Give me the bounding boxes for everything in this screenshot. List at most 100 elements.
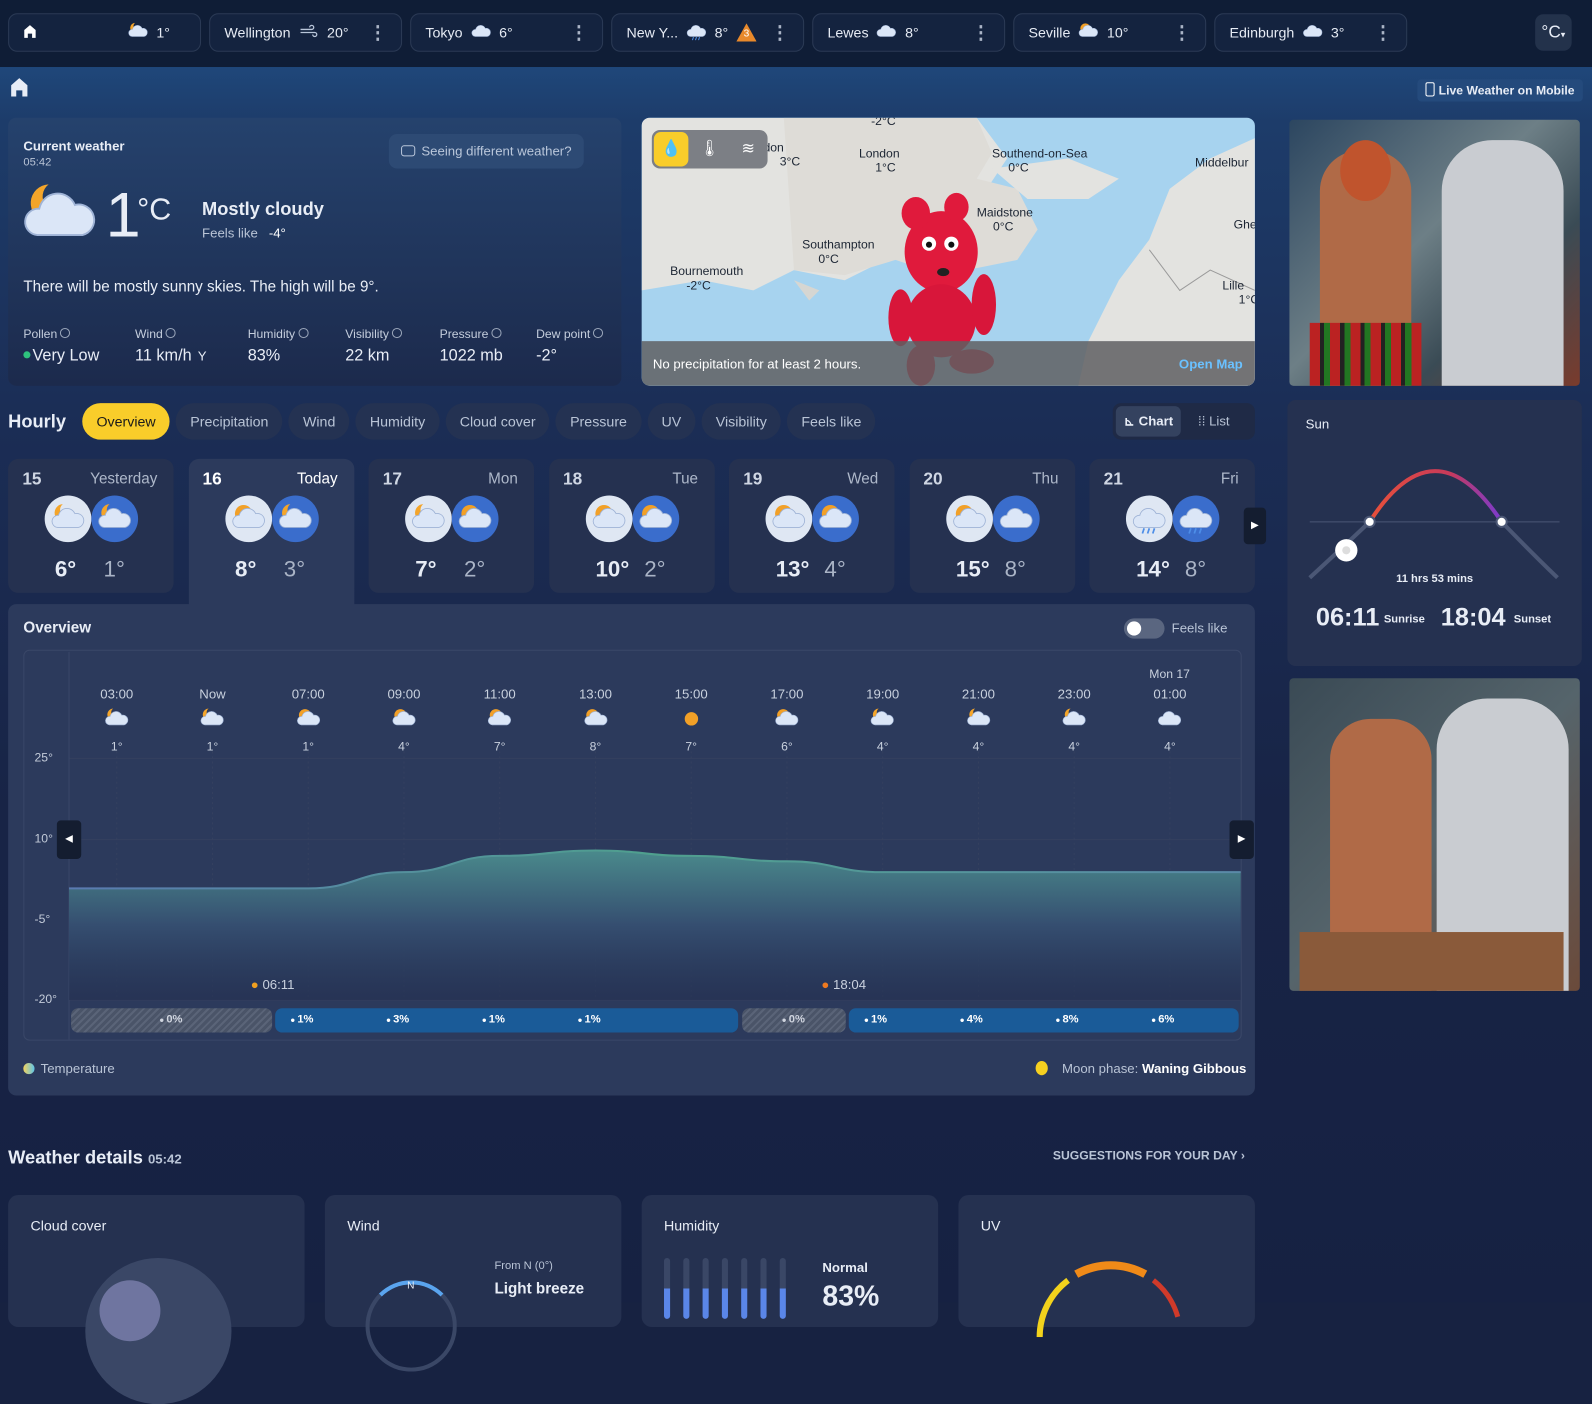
hour-column: 01:00 4° [1139, 686, 1200, 753]
chart-prev-button[interactable]: ◀ [56, 820, 82, 859]
precip-segment: ● 1% ● 4% ● 8% ● 6% [848, 1008, 1239, 1033]
y-tick-label: 25° [34, 750, 53, 765]
hour-temp: 4° [1164, 739, 1176, 754]
weather-details-title: Weather details 05:42 [8, 1147, 182, 1168]
precip-percent: 6% [1158, 1013, 1175, 1026]
precip-value: ● 6% [1151, 1013, 1174, 1025]
compass-north: N [407, 1280, 415, 1292]
precip-percent: 1% [297, 1013, 314, 1026]
hour-label: 09:00 [387, 686, 421, 702]
hour-temp: 4° [1068, 739, 1081, 754]
humidity-level: Normal [822, 1259, 868, 1276]
hour-label: 23:00 [1057, 686, 1091, 702]
humidity-bar [702, 1257, 709, 1319]
hour-temp: 7° [685, 739, 698, 754]
hour-temp: 7° [493, 739, 506, 754]
hour-label: 11:00 [483, 686, 516, 702]
precip-value: ● 1% [578, 1013, 601, 1025]
y-tick-label: -5° [34, 911, 51, 926]
precip-segment: ● 0% [71, 1008, 273, 1033]
hour-label: 19:00 [866, 686, 900, 702]
hour-temp: 1° [302, 739, 315, 754]
cloud-cover-card[interactable]: Cloud cover [8, 1195, 305, 1404]
wind-description: Light breeze [494, 1280, 585, 1298]
hour-column: 15:00 7° [661, 686, 722, 753]
hour-temp: 8° [589, 739, 602, 754]
moon-phase: Moon phase: Waning Gibbous [1035, 1060, 1247, 1077]
raindrop-icon: ● [1151, 1015, 1157, 1025]
suggestions-link[interactable]: SUGGESTIONS FOR YOUR DAY › [1053, 1148, 1245, 1162]
hour-column: Now 1° [182, 686, 243, 753]
moon-cloud-icon [948, 707, 1009, 737]
sunset-marker: ● 18:04 [821, 977, 866, 992]
sunrise-icon: ● [250, 976, 259, 992]
temperature-legend-icon [23, 1063, 35, 1075]
raindrop-icon: ● [1055, 1015, 1061, 1025]
suggestions-label: SUGGESTIONS FOR YOUR DAY [1052, 1148, 1238, 1163]
raindrop-icon: ● [159, 1015, 165, 1025]
moon-cloud-icon [86, 707, 147, 737]
hour-label: Now [199, 686, 226, 702]
hour-temp: 4° [972, 739, 985, 754]
raindrop-icon: ● [781, 1015, 787, 1025]
precip-percent: 1% [488, 1013, 505, 1026]
raindrop-icon: ● [386, 1015, 392, 1025]
details-title-text: Weather details [8, 1147, 143, 1168]
raindrop-icon: ● [577, 1015, 583, 1025]
humidity-title: Humidity [664, 1217, 720, 1234]
hour-column: 09:00 4° [374, 686, 435, 753]
temperature-chart [68, 651, 1241, 1040]
moon-cloud-icon [852, 707, 913, 737]
precip-percent: 0% [788, 1013, 805, 1026]
sunset-marker-time: 18:04 [833, 976, 867, 992]
sunrise-marker: ● 06:11 [251, 977, 295, 992]
details-time: 05:42 [147, 1151, 182, 1167]
y-tick-label: 10° [34, 831, 53, 846]
hour-label: 07:00 [291, 686, 325, 702]
moon-phase-label: Moon phase: [1062, 1060, 1139, 1077]
precip-percent: 1% [584, 1013, 601, 1026]
hour-label: 21:00 [961, 686, 995, 702]
hour-column: 03:00 1° [86, 686, 147, 753]
humidity-bar [664, 1257, 671, 1319]
precip-value: ● 1% [290, 1013, 313, 1025]
uv-gauge [1036, 1261, 1181, 1338]
sunset-icon: ● [821, 976, 830, 992]
precip-segment: ● 1% ● 3% ● 1% ● 1% [275, 1008, 739, 1033]
precip-value: ● 0% [159, 1013, 182, 1025]
hour-column: 13:00 8° [565, 686, 626, 753]
sun-cloud-icon [278, 707, 339, 737]
precip-percent: 0% [166, 1013, 183, 1026]
humidity-bar [721, 1257, 728, 1319]
precip-value: ● 4% [960, 1013, 983, 1025]
wind-compass: N [365, 1280, 457, 1372]
chart-next-button[interactable]: ▶ [1229, 820, 1254, 859]
sunrise-marker-time: 06:11 [262, 976, 295, 992]
uv-title: UV [980, 1217, 1001, 1234]
wind-direction: From N (0°) [494, 1259, 553, 1273]
precip-value: ● 1% [482, 1013, 505, 1025]
uv-card[interactable]: UV [958, 1195, 1255, 1338]
precip-value: ● 0% [782, 1013, 805, 1025]
precip-percent: 1% [870, 1013, 888, 1026]
sun-cloud-icon [756, 707, 817, 737]
humidity-card[interactable]: Humidity Normal 83% [641, 1195, 939, 1327]
precip-percent: 4% [966, 1013, 983, 1026]
hour-label: 01:00 [1153, 686, 1187, 702]
sun-cloud-icon [374, 707, 435, 737]
hour-label: 15:00 [674, 686, 708, 702]
hour-column: 11:00 7° [469, 686, 530, 753]
hour-temp: 1° [206, 739, 219, 754]
hour-label: 17:00 [770, 686, 804, 702]
y-tick-label: -20° [34, 991, 58, 1007]
precip-value: ● 8% [1055, 1013, 1078, 1025]
raindrop-icon: ● [864, 1015, 869, 1025]
humidity-bar [741, 1257, 748, 1319]
hour-temp: 1° [110, 739, 123, 754]
moon-phase-value: Waning Gibbous [1142, 1060, 1247, 1077]
moon-cloud-icon [182, 707, 243, 737]
wind-card[interactable]: Wind N From N (0°) Light breeze [324, 1195, 622, 1372]
humidity-bar [779, 1257, 786, 1319]
raindrop-icon: ● [290, 1015, 296, 1025]
chart-legend: Temperature [23, 1061, 115, 1076]
